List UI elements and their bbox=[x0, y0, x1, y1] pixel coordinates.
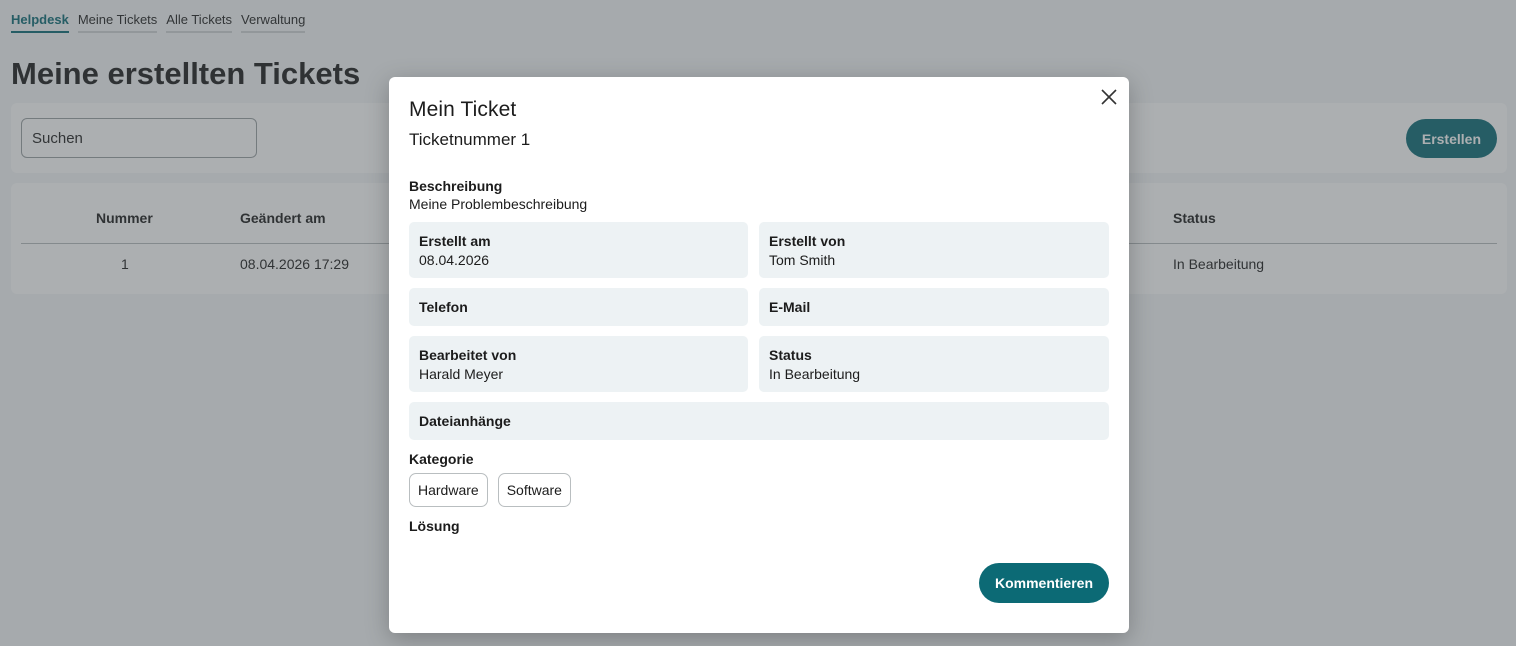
dialog-title: Mein Ticket bbox=[409, 98, 517, 121]
category-chips: Hardware Software bbox=[409, 473, 571, 507]
field-erstellt-von: Erstellt von Tom Smith bbox=[759, 222, 1109, 278]
field-value: Tom Smith bbox=[769, 252, 836, 268]
field-value: 08.04.2026 bbox=[419, 252, 490, 268]
field-label: Erstellt am bbox=[419, 233, 491, 249]
field-label: Dateianhänge bbox=[419, 413, 511, 429]
category-chip-hardware[interactable]: Hardware bbox=[409, 473, 488, 507]
field-email: E-Mail bbox=[759, 288, 1109, 326]
ticket-number: Ticketnummer 1 bbox=[409, 130, 531, 149]
field-status: Status In Bearbeitung bbox=[759, 336, 1109, 392]
field-label: Bearbeitet von bbox=[419, 347, 517, 363]
category-label: Kategorie bbox=[409, 451, 474, 467]
field-label: Status bbox=[769, 347, 812, 363]
field-erstellt-am: Erstellt am 08.04.2026 bbox=[409, 222, 748, 278]
description-section: Beschreibung Meine Problembeschreibung bbox=[409, 178, 587, 212]
close-icon bbox=[1101, 89, 1117, 105]
description-value: Meine Problembeschreibung bbox=[409, 196, 588, 212]
solution-label: Lösung bbox=[409, 518, 460, 534]
field-value: Harald Meyer bbox=[419, 366, 504, 382]
field-dateianhaenge: Dateianhänge bbox=[409, 402, 1109, 440]
comment-button[interactable]: Kommentieren bbox=[978, 563, 1109, 603]
description-label: Beschreibung bbox=[409, 178, 503, 194]
field-telefon: Telefon bbox=[409, 288, 748, 326]
category-chip-software[interactable]: Software bbox=[497, 473, 571, 507]
field-label: E-Mail bbox=[769, 299, 811, 315]
field-bearbeitet-von: Bearbeitet von Harald Meyer bbox=[409, 336, 748, 392]
ticket-detail-dialog: Mein Ticket Ticketnummer 1 Beschreibung … bbox=[389, 77, 1129, 633]
field-label: Telefon bbox=[419, 299, 468, 315]
close-button[interactable] bbox=[1099, 87, 1119, 107]
field-label: Erstellt von bbox=[769, 233, 846, 249]
field-value: In Bearbeitung bbox=[769, 366, 861, 382]
